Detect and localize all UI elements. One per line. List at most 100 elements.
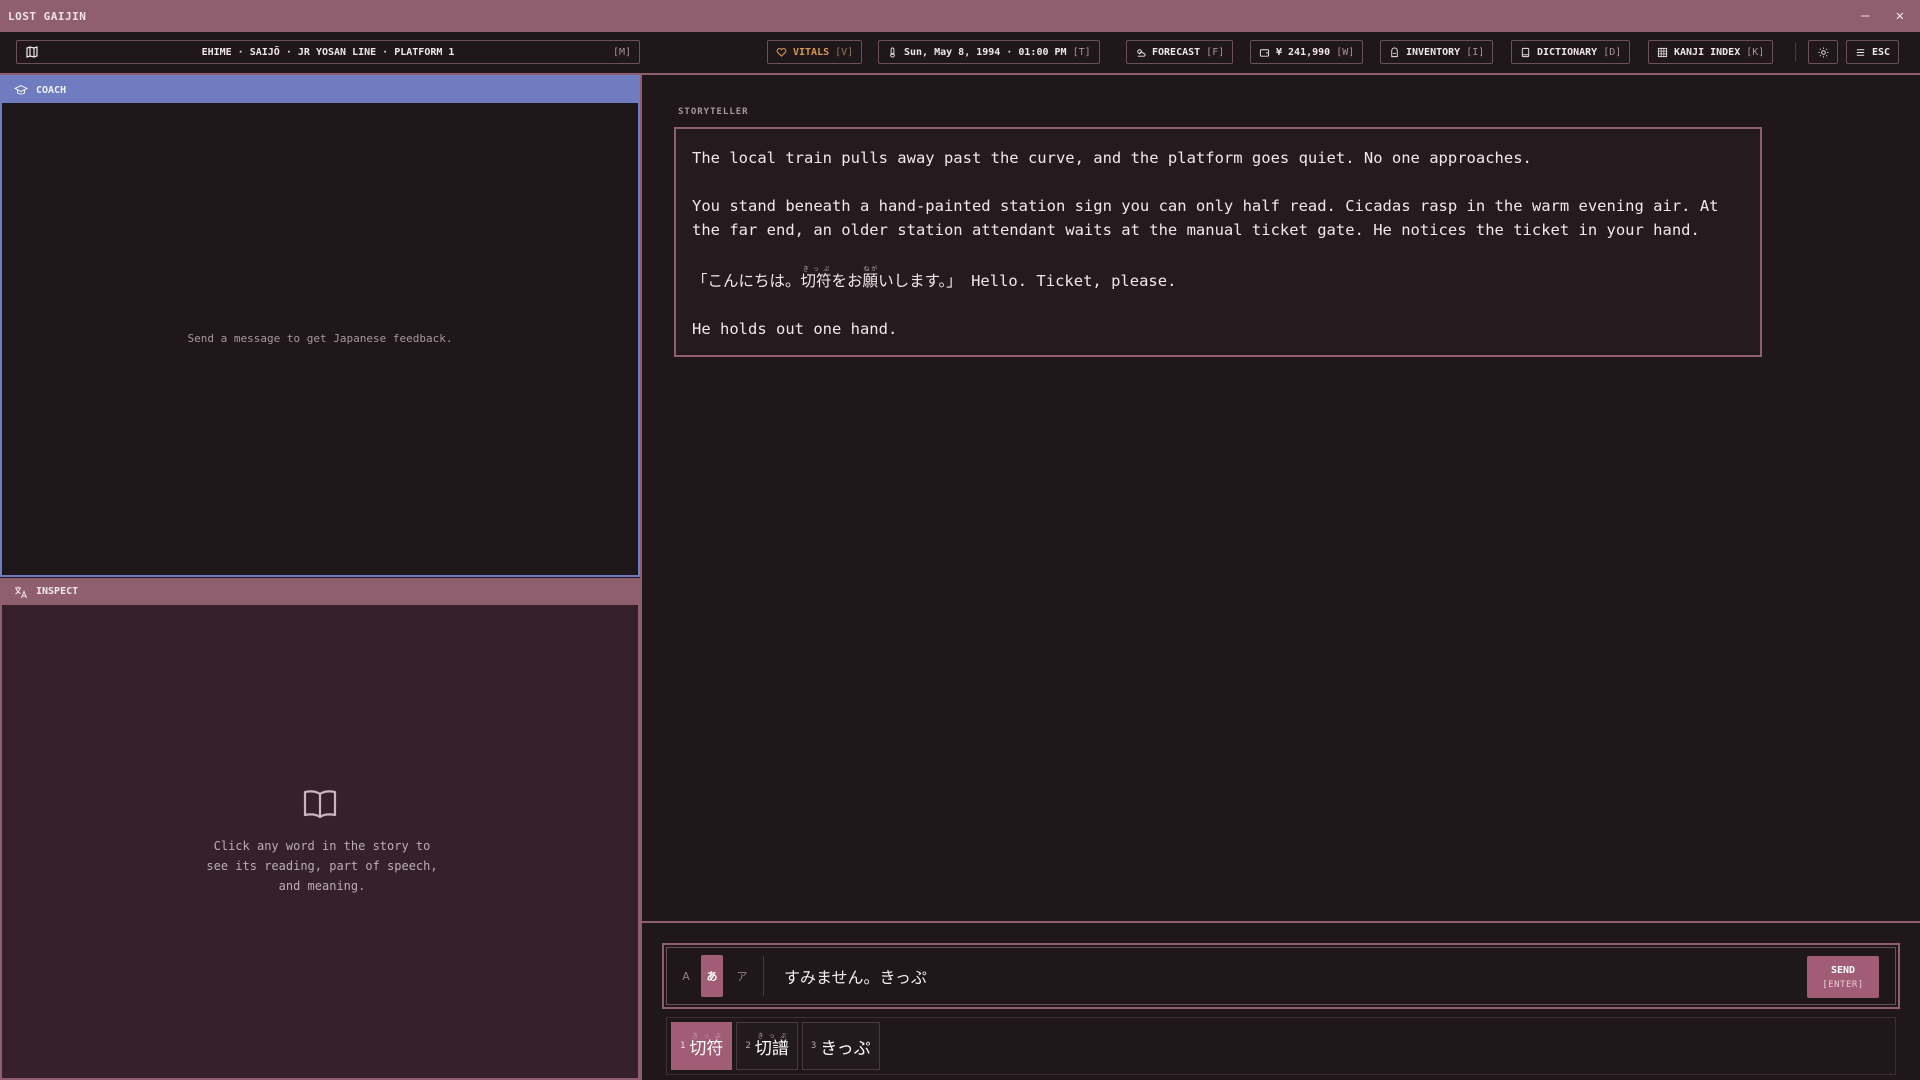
send-hotkey: [ENTER] <box>1822 979 1864 990</box>
ime-candidate[interactable]: 2 切譜きっぷ <box>736 1022 798 1070</box>
candidate-reading: きっぷ <box>689 1033 724 1040</box>
datetime-hotkey: [T] <box>1072 46 1091 58</box>
inspect-hint-line: see its reading, part of speech, <box>206 859 438 873</box>
thermometer-icon <box>890 46 895 58</box>
menu-button[interactable]: ESC <box>1846 40 1900 64</box>
candidate-text: 切譜 <box>754 1039 789 1059</box>
story-paragraph[interactable]: The local train pulls away past the curv… <box>692 146 1744 170</box>
candidate-number: 1 <box>680 1041 686 1051</box>
inspect-header: INSPECT <box>2 578 638 605</box>
forecast-button[interactable]: FORECAST [F] <box>1126 40 1234 64</box>
map-icon <box>26 46 38 58</box>
candidate-number: 2 <box>745 1041 751 1051</box>
close-icon[interactable]: ✕ <box>1896 8 1904 24</box>
storyteller-label: STORYTELLER <box>678 107 749 117</box>
ime-candidate[interactable]: 1 切符きっぷ <box>671 1022 733 1070</box>
inventory-button[interactable]: INVENTORY [I] <box>1380 40 1494 64</box>
dialogue-open[interactable]: 「こんにちは。 <box>692 272 801 290</box>
word-kippu-kanji[interactable]: 切符 <box>801 272 832 290</box>
minimize-icon[interactable]: — <box>1861 8 1869 24</box>
backpack-icon <box>1391 47 1398 57</box>
coach-empty-message: Send a message to get Japanese feedback. <box>187 332 453 345</box>
kanji-index-button[interactable]: KANJI INDEX [K] <box>1648 40 1774 64</box>
inspect-hint: Click any word in the story to see its r… <box>172 836 472 896</box>
send-label: SEND <box>1830 964 1856 976</box>
mode-katakana-button[interactable]: ア <box>731 955 753 997</box>
inspect-hint-line: and meaning. <box>278 879 366 893</box>
inventory-label: INVENTORY <box>1406 46 1461 58</box>
translate-icon <box>15 586 27 598</box>
toolbar-divider <box>1795 42 1796 62</box>
ime-candidate[interactable]: 3 きっぷ <box>801 1022 880 1070</box>
story-main: STORYTELLER The local train pulls away p… <box>640 75 1920 1080</box>
word-negai-kanji[interactable]: 願 <box>863 272 879 290</box>
word-kippu[interactable]: 切符きっぷ <box>801 266 832 290</box>
candidate-number: 3 <box>810 1041 817 1051</box>
coach-header: COACH <box>2 77 638 103</box>
candidate-word: 切符きっぷ <box>689 1033 723 1059</box>
ime-candidate-bar: 1 切符きっぷ 2 切譜きっぷ 3 きっぷ <box>666 1017 1896 1075</box>
open-book-icon <box>303 790 337 819</box>
menu-label: ESC <box>1872 46 1891 58</box>
send-button[interactable]: SEND [ENTER] <box>1807 956 1879 998</box>
location-hotkey: [M] <box>612 46 631 58</box>
story-paragraph[interactable]: He holds out one hand. <box>692 317 1744 341</box>
inventory-hotkey: [I] <box>1466 46 1485 58</box>
wallet-label: ¥ 241,990 <box>1276 46 1331 58</box>
forecast-hotkey: [F] <box>1206 46 1225 58</box>
hamburger-icon <box>1856 48 1865 56</box>
forecast-label: FORECAST <box>1152 46 1201 58</box>
vitals-label: VITALS <box>793 46 830 58</box>
graduation-cap-icon <box>14 84 28 95</box>
dialogue-translation: Hello. Ticket, please. <box>961 272 1177 290</box>
dialogue-mid[interactable]: をお <box>832 272 863 290</box>
top-toolbar: EHIME · SAIJŌ · JR YOSAN LINE · PLATFORM… <box>0 32 1920 75</box>
mode-divider <box>763 956 764 996</box>
dictionary-button[interactable]: DICTIONARY [D] <box>1511 40 1631 64</box>
wallet-icon <box>1259 48 1270 57</box>
mode-romaji-button[interactable]: A <box>675 955 697 997</box>
vitals-button[interactable]: VITALS [V] <box>767 40 863 64</box>
input-area: A あ ア すみません。きっぷ SEND [ENTER] 1 切符きっぷ 2 切… <box>642 921 1920 1080</box>
sun-cloud-icon <box>1137 48 1146 57</box>
dictionary-label: DICTIONARY <box>1537 46 1598 58</box>
kanji-index-hotkey: [K] <box>1746 46 1765 58</box>
grid-icon <box>1657 47 1668 57</box>
word-negai[interactable]: 願ねが <box>863 266 879 290</box>
dictionary-hotkey: [D] <box>1603 46 1622 58</box>
story-dialogue[interactable]: 「こんにちは。切符きっぷをお願ねがいします。」 Hello. Ticket, p… <box>692 266 1744 293</box>
story-paragraph[interactable]: You stand beneath a hand-painted station… <box>692 194 1744 242</box>
inspect-title: INSPECT <box>36 586 79 597</box>
app-title: LOST GAIJIN <box>8 9 87 23</box>
candidate-text: きっぷ <box>820 1038 871 1059</box>
inspect-panel: INSPECT Click any word in the story to s… <box>0 578 640 1080</box>
location-bar[interactable]: EHIME · SAIJŌ · JR YOSAN LINE · PLATFORM… <box>16 40 640 64</box>
datetime-label: Sun, May 8, 1994 · 01:00 PM <box>904 46 1067 58</box>
kanji-index-label: KANJI INDEX <box>1674 46 1741 58</box>
word-negai-reading: ねが <box>862 266 879 273</box>
book-icon <box>1521 47 1530 57</box>
story-box: The local train pulls away past the curv… <box>674 127 1762 357</box>
coach-panel: COACH Send a message to get Japanese fee… <box>0 75 640 577</box>
datetime-button[interactable]: Sun, May 8, 1994 · 01:00 PM [T] <box>878 40 1100 64</box>
message-input-box: A あ ア すみません。きっぷ SEND [ENTER] <box>662 943 1900 1009</box>
title-bar: LOST GAIJIN — ✕ <box>0 0 1920 32</box>
vitals-hotkey: [V] <box>835 46 854 58</box>
message-input[interactable]: すみません。きっぷ <box>784 964 927 988</box>
heart-pulse-icon <box>776 47 787 57</box>
candidate-reading: きっぷ <box>754 1033 789 1040</box>
message-input-inner: A あ ア すみません。きっぷ SEND [ENTER] <box>666 947 1896 1005</box>
wallet-button[interactable]: ¥ 241,990 [W] <box>1250 40 1364 64</box>
window-controls: — ✕ <box>1861 8 1912 24</box>
candidate-text: 切符 <box>689 1039 724 1059</box>
left-column: COACH Send a message to get Japanese fee… <box>0 75 640 1080</box>
sun-brightness-icon <box>1817 46 1829 58</box>
word-kippu-reading: きっぷ <box>800 266 832 273</box>
mode-hiragana-button[interactable]: あ <box>701 955 723 997</box>
wallet-hotkey: [W] <box>1336 46 1355 58</box>
coach-title: COACH <box>36 84 67 96</box>
dialogue-rest[interactable]: いします。」 <box>878 272 962 290</box>
candidate-word: 切譜きっぷ <box>755 1033 789 1059</box>
inspect-hint-line: Click any word in the story to <box>213 839 431 853</box>
settings-button[interactable] <box>1808 40 1838 64</box>
